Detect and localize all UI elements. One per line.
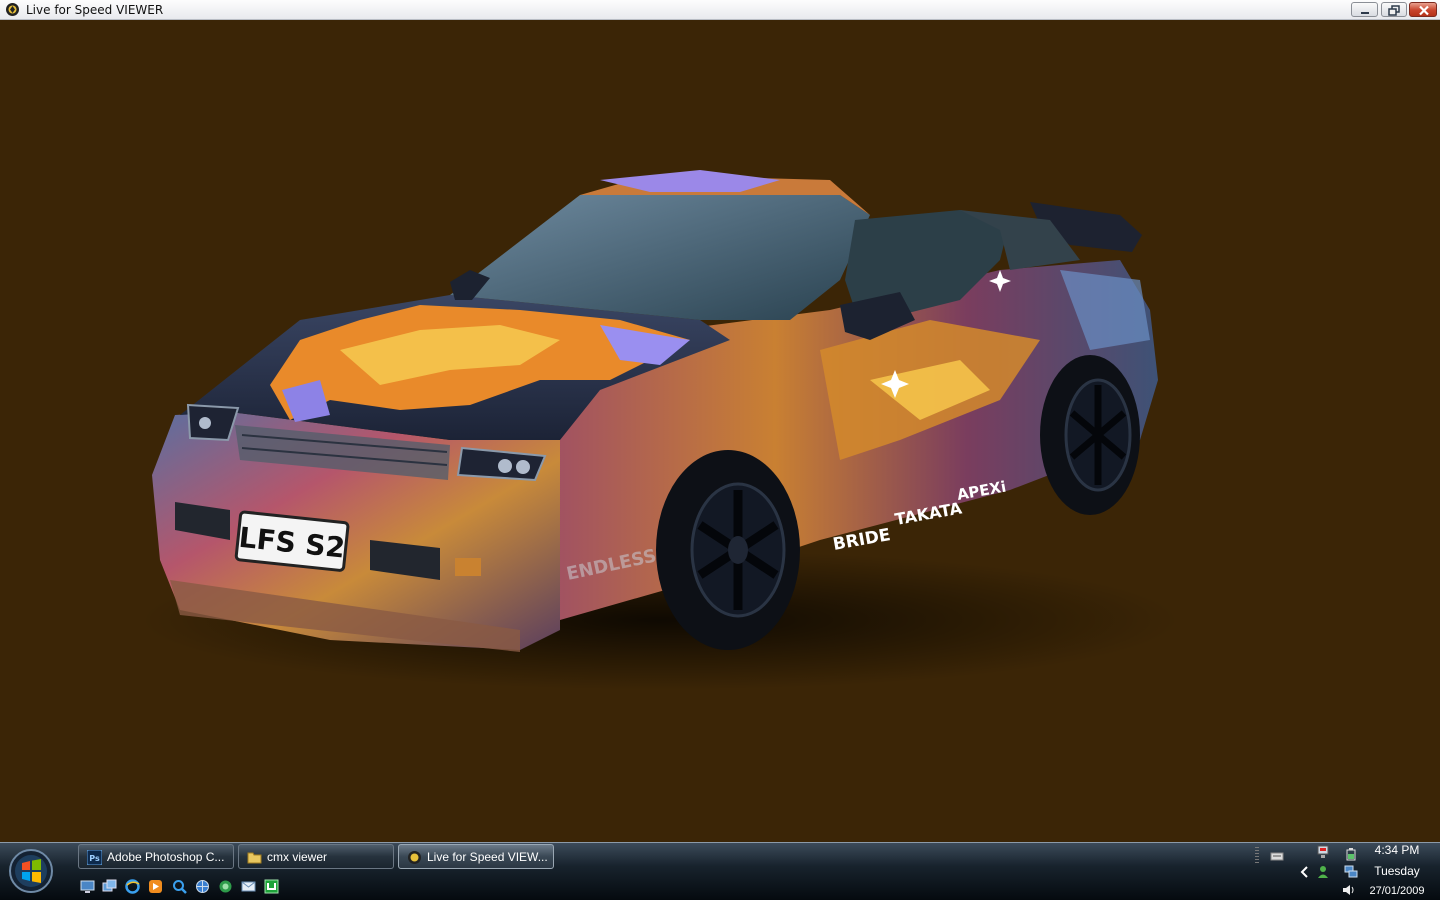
app-icon[interactable] xyxy=(264,879,279,894)
media-player-icon[interactable] xyxy=(148,879,163,894)
window-title-bar[interactable]: Live for Speed VIEWER xyxy=(0,0,1440,20)
clock-date[interactable]: 27/01/2009 xyxy=(1362,885,1432,897)
folder-icon xyxy=(247,852,262,864)
car-render-viewport[interactable]: LFS S2 ENDLESS BRIDE TAKATA APEXi xyxy=(0,20,1440,842)
minimize-button[interactable] xyxy=(1351,2,1378,17)
car-render: LFS S2 ENDLESS BRIDE TAKATA APEXi xyxy=(140,170,1180,690)
tray-grip[interactable] xyxy=(1255,847,1259,865)
taskbar-button-cmx-viewer[interactable]: cmx viewer xyxy=(238,844,394,869)
show-desktop-icon[interactable] xyxy=(80,879,95,894)
window-title: Live for Speed VIEWER xyxy=(26,3,164,17)
clock-day[interactable]: Tuesday xyxy=(1362,864,1432,878)
minimize-icon xyxy=(1361,12,1369,14)
switch-windows-icon[interactable] xyxy=(102,879,117,894)
svg-text:Ps: Ps xyxy=(89,854,100,863)
clock-time[interactable]: 4:34 PM xyxy=(1362,843,1432,857)
messenger-icon[interactable] xyxy=(1316,865,1330,879)
power-icon[interactable] xyxy=(1344,847,1358,861)
close-icon xyxy=(1419,5,1429,16)
network-tray-icon[interactable] xyxy=(1316,845,1330,859)
taskbar-button-live-for-speed[interactable]: Live for Speed VIEW... xyxy=(398,844,554,869)
search-icon[interactable] xyxy=(172,879,187,894)
restore-icon xyxy=(1388,5,1400,16)
taskbar-button-photoshop[interactable]: Ps Adobe Photoshop C... xyxy=(78,844,234,869)
photoshop-icon: Ps xyxy=(87,850,102,865)
taskbar-button-label: cmx viewer xyxy=(267,850,328,864)
keyboard-icon[interactable] xyxy=(1270,849,1284,863)
ie-icon[interactable] xyxy=(125,879,140,894)
network-icon[interactable] xyxy=(218,879,233,894)
globe-icon[interactable] xyxy=(195,879,210,894)
expand-chevron-icon[interactable] xyxy=(1298,865,1312,879)
close-button[interactable] xyxy=(1409,2,1437,17)
taskbar: Ps Adobe Photoshop C... cmx viewer Live … xyxy=(0,842,1440,900)
lfs-logo-icon xyxy=(6,3,19,16)
mail-icon[interactable] xyxy=(241,879,256,894)
volume-icon[interactable] xyxy=(1342,883,1356,897)
taskbar-button-label: Adobe Photoshop C... xyxy=(107,850,225,864)
taskbar-button-label: Live for Speed VIEW... xyxy=(427,850,548,864)
lfs-icon xyxy=(408,851,421,864)
restore-button[interactable] xyxy=(1381,2,1407,17)
network-connection-icon[interactable] xyxy=(1344,865,1358,879)
start-button[interactable] xyxy=(8,848,54,894)
